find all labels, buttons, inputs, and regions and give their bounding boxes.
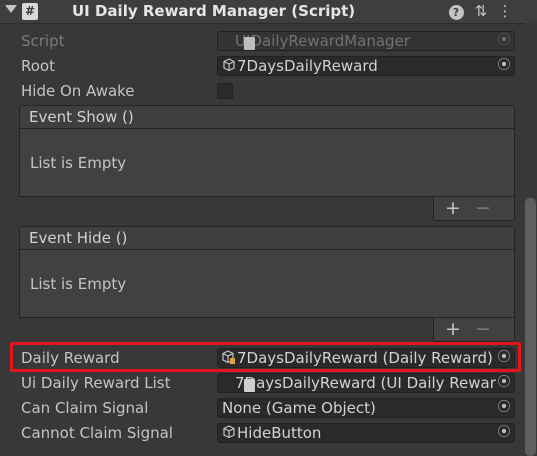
event-hide-header: Event Hide () — [19, 226, 515, 250]
event-hide-footer: + − — [433, 318, 515, 342]
object-picker-icon[interactable]: ⦿ — [496, 58, 512, 74]
scrollbar-thumb[interactable] — [525, 198, 536, 456]
gameobject-icon — [223, 58, 235, 72]
ui-daily-reward-list-field[interactable]: 7DaysDailyReward (UI Daily Reward ⦿ — [217, 373, 515, 393]
root-value: 7DaysDailyReward — [237, 57, 378, 75]
event-show-remove-button[interactable]: − — [473, 197, 493, 219]
event-show-title: Event Show () — [29, 108, 134, 126]
event-show-list: List is Empty — [19, 129, 515, 197]
ui-daily-reward-list-label: Ui Daily Reward List — [21, 374, 171, 392]
object-picker-icon: ⦿ — [496, 33, 512, 49]
event-show-footer: + − — [433, 197, 515, 221]
root-field[interactable]: 7DaysDailyReward ⦿ — [217, 56, 515, 76]
event-show-add-button[interactable]: + — [443, 197, 463, 219]
event-hide-add-button[interactable]: + — [443, 318, 463, 340]
script-file-icon — [244, 379, 255, 392]
can-claim-signal-value: None (Game Object) — [222, 399, 376, 417]
component-header[interactable]: # UI Daily Reward Manager (Script) ? ⇅ ⋮ — [0, 0, 537, 24]
object-picker-icon[interactable]: ⦿ — [496, 375, 512, 391]
event-show-empty-text: List is Empty — [30, 154, 127, 172]
cannot-claim-signal-label: Cannot Claim Signal — [21, 424, 173, 442]
root-label: Root — [21, 57, 55, 75]
gameobject-icon — [223, 425, 235, 439]
hide-on-awake-checkbox[interactable] — [217, 83, 233, 99]
object-picker-icon[interactable]: ⦿ — [496, 400, 512, 416]
event-hide-empty-text: List is Empty — [30, 275, 127, 293]
script-file-icon — [244, 37, 255, 50]
event-hide-remove-button[interactable]: − — [473, 318, 493, 340]
context-menu-icon[interactable]: ⋮ — [496, 2, 514, 20]
cannot-claim-signal-value: HideButton — [237, 424, 322, 442]
highlight-box — [10, 342, 521, 372]
can-claim-signal-field[interactable]: None (Game Object) ⦿ — [217, 398, 515, 418]
script-field: UIDailyRewardManager ⦿ — [217, 31, 515, 51]
ui-daily-reward-list-value: 7DaysDailyReward (UI Daily Reward — [235, 374, 506, 392]
foldout-triangle-icon[interactable] — [5, 5, 17, 13]
can-claim-signal-label: Can Claim Signal — [21, 399, 149, 417]
component-title: UI Daily Reward Manager (Script) — [72, 2, 356, 20]
cannot-claim-signal-field[interactable]: HideButton ⦿ — [217, 423, 515, 443]
event-show-header: Event Show () — [19, 105, 515, 129]
script-icon: # — [22, 3, 38, 20]
preset-icon[interactable]: ⇅ — [472, 2, 490, 20]
script-label: Script — [21, 32, 65, 50]
object-picker-icon[interactable]: ⦿ — [496, 425, 512, 441]
script-value: UIDailyRewardManager — [235, 32, 410, 50]
hide-on-awake-label: Hide On Awake — [21, 82, 135, 100]
help-icon[interactable]: ? — [447, 2, 465, 20]
event-hide-list: List is Empty — [19, 250, 515, 318]
event-hide-title: Event Hide () — [29, 229, 128, 247]
